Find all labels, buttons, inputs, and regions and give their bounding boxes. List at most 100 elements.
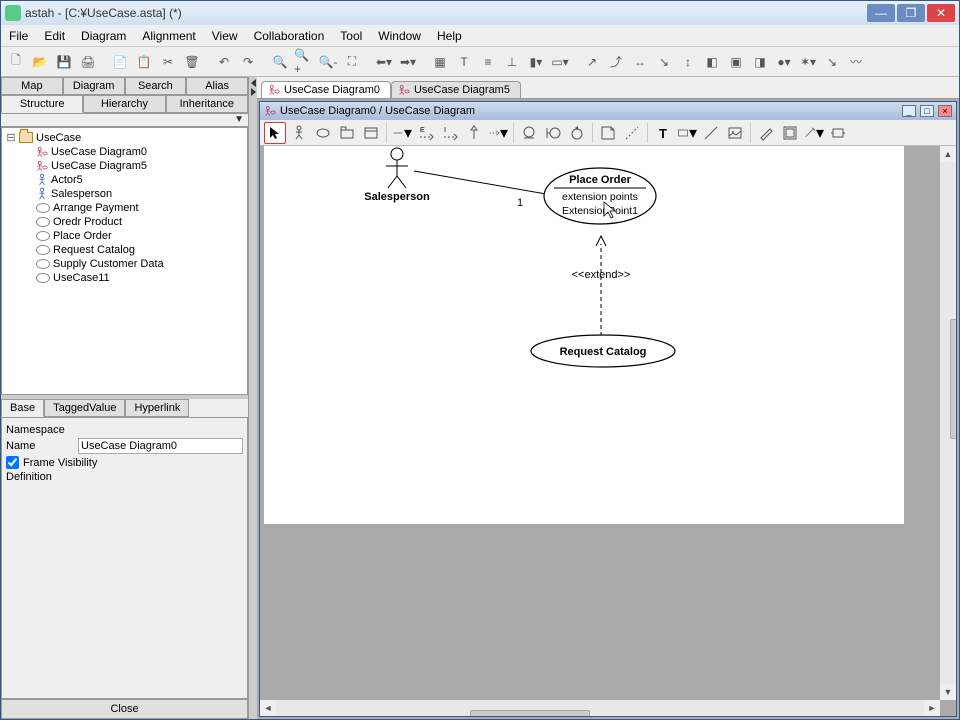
forward-icon[interactable]: ➡▾ (397, 51, 419, 73)
vertical-splitter[interactable] (249, 77, 257, 719)
menu-tool[interactable]: Tool (332, 27, 370, 45)
frame-visibility-checkbox[interactable] (6, 456, 19, 469)
delete-icon[interactable]: 🗑 (181, 51, 203, 73)
note-anchor-tool[interactable] (621, 122, 643, 144)
tree-root[interactable]: ⊟ UseCase (2, 130, 247, 145)
prop-tab-base[interactable]: Base (1, 399, 44, 417)
extend-relationship[interactable]: <<extend>> (572, 236, 631, 336)
horizontal-scrollbar[interactable]: ◄ ► (260, 700, 940, 716)
tab-inheritance[interactable]: Inheritance (166, 95, 248, 113)
subsystem-tool[interactable] (360, 122, 382, 144)
line-color-icon[interactable]: ▭▾ (549, 51, 571, 73)
align-center-icon[interactable]: ▣ (725, 51, 747, 73)
curve-icon[interactable]: 〰 (845, 51, 867, 73)
tree-item[interactable]: UseCase Diagram0 (2, 145, 247, 159)
line-diag-icon[interactable]: ↘ (653, 51, 675, 73)
align-bottom-icon[interactable]: ⊥ (501, 51, 523, 73)
diagram-close-button[interactable]: × (938, 105, 952, 117)
control-tool[interactable] (566, 122, 588, 144)
extend-tool[interactable]: E (415, 122, 437, 144)
prop-tab-hyperlink[interactable]: Hyperlink (125, 399, 189, 417)
actor-tool[interactable] (288, 122, 310, 144)
shape-star-icon[interactable]: ✶▾ (797, 51, 819, 73)
text-tool[interactable]: T (652, 122, 674, 144)
menu-diagram[interactable]: Diagram (73, 27, 134, 45)
tab-map[interactable]: Map (1, 77, 63, 95)
image-tool[interactable] (724, 122, 746, 144)
menu-collaboration[interactable]: Collaboration (246, 27, 333, 45)
open-icon[interactable]: 📂 (29, 51, 51, 73)
package-tool[interactable] (336, 122, 358, 144)
align-middle-icon[interactable]: ≡ (477, 51, 499, 73)
save-icon[interactable]: 💾 (53, 51, 75, 73)
tab-structure[interactable]: Structure (1, 95, 83, 113)
align-right-icon[interactable]: ◨ (749, 51, 771, 73)
close-button[interactable]: Close (1, 699, 248, 719)
collapse-icon[interactable]: ⊟ (6, 131, 16, 144)
tree-item[interactable]: UseCase Diagram5 (2, 159, 247, 173)
zoom-out-icon[interactable]: 🔍- (317, 51, 339, 73)
align-left-icon[interactable]: ◧ (701, 51, 723, 73)
tab-alias[interactable]: Alias (186, 77, 248, 95)
tree-item[interactable]: Salesperson (2, 187, 247, 201)
doc-tab-0[interactable]: UseCase Diagram0 (261, 81, 391, 98)
tree-item[interactable]: Actor5 (2, 173, 247, 187)
vertical-scrollbar[interactable]: ▲ ▼ (940, 146, 956, 700)
canvas[interactable]: 1 Salesperson (260, 146, 956, 716)
connector-icon[interactable]: ↘ (821, 51, 843, 73)
zoom-fit-icon[interactable]: ⛶ (341, 51, 363, 73)
highlighter-tool[interactable] (755, 122, 777, 144)
shape-circle-icon[interactable]: ●▾ (773, 51, 795, 73)
tree-dropdown-toggle[interactable]: ▼ (1, 113, 248, 127)
cut-icon[interactable]: ✂ (157, 51, 179, 73)
menu-help[interactable]: Help (429, 27, 470, 45)
name-input[interactable] (78, 438, 243, 454)
fill-icon[interactable]: ▮▾ (525, 51, 547, 73)
association-tool[interactable]: ▾ (391, 122, 413, 144)
window-close-button[interactable]: ✕ (927, 4, 955, 22)
zoom-icon[interactable]: 🔍 (269, 51, 291, 73)
menu-edit[interactable]: Edit (36, 27, 73, 45)
back-icon[interactable]: ⬅▾ (373, 51, 395, 73)
scroll-down-icon[interactable]: ▼ (940, 684, 956, 700)
scroll-up-icon[interactable]: ▲ (940, 146, 956, 162)
rect-tool[interactable]: ▾ (676, 122, 698, 144)
line-horiz-icon[interactable]: ↔ (629, 51, 651, 73)
tree-item[interactable]: UseCase11 (2, 271, 247, 285)
window-maximize-button[interactable]: ❐ (897, 4, 925, 22)
usecase-request-catalog[interactable]: Request Catalog (531, 335, 675, 367)
frame-tool[interactable] (779, 122, 801, 144)
undo-icon[interactable]: ↶ (213, 51, 235, 73)
tree-item[interactable]: Request Catalog (2, 243, 247, 257)
prop-tab-tagged[interactable]: TaggedValue (44, 399, 125, 417)
line-angular-icon[interactable]: ↗ (581, 51, 603, 73)
menu-view[interactable]: View (204, 27, 246, 45)
scroll-right-icon[interactable]: ► (924, 700, 940, 716)
tab-diagram[interactable]: Diagram (63, 77, 125, 95)
window-minimize-button[interactable]: — (867, 4, 895, 22)
menu-file[interactable]: File (1, 27, 36, 45)
tab-search[interactable]: Search (125, 77, 187, 95)
entity-tool[interactable] (518, 122, 540, 144)
select-tool[interactable] (264, 122, 286, 144)
tab-hierarchy[interactable]: Hierarchy (83, 95, 165, 113)
collapse-left-icon[interactable] (251, 79, 256, 87)
free-line-tool[interactable]: ▾ (803, 122, 825, 144)
paste-icon[interactable]: 📋 (133, 51, 155, 73)
vscroll-thumb[interactable] (950, 319, 956, 439)
line-vert-icon[interactable]: ↕ (677, 51, 699, 73)
diagram-minimize-button[interactable]: _ (902, 105, 916, 117)
tree-item[interactable]: Supply Customer Data (2, 257, 247, 271)
grid-icon[interactable]: ▦ (429, 51, 451, 73)
dependency-tool[interactable]: ▾ (487, 122, 509, 144)
new-icon[interactable]: 🗋 (5, 51, 27, 73)
usecase-place-order[interactable]: Place Order extension points ExtensionPo… (544, 168, 656, 224)
note-tool[interactable] (597, 122, 619, 144)
hscroll-thumb[interactable] (470, 710, 590, 716)
align-top-icon[interactable]: T (453, 51, 475, 73)
actor-salesperson[interactable]: Salesperson (364, 148, 430, 203)
tree-item[interactable]: Arrange Payment (2, 201, 247, 215)
copy-icon[interactable]: 📄 (109, 51, 131, 73)
scroll-left-icon[interactable]: ◄ (260, 700, 276, 716)
print-icon[interactable]: 🖨 (77, 51, 99, 73)
